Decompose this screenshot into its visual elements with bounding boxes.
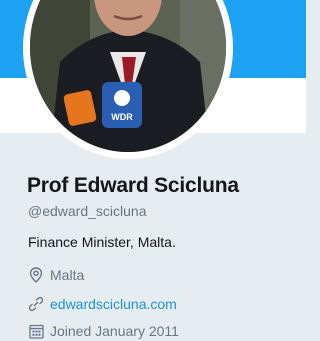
website-link[interactable]: edwardscicluna.com: [50, 296, 177, 312]
profile-website[interactable]: edwardscicluna.com: [28, 294, 177, 314]
joined-text: Joined January 2011: [50, 323, 179, 339]
location-text: Malta: [50, 267, 85, 283]
profile-bio: Finance Minister, Malta.: [28, 234, 176, 250]
profile-handle[interactable]: @edward_scicluna: [28, 203, 147, 219]
map-pin-icon: [28, 266, 44, 284]
calendar-icon: [28, 322, 44, 340]
profile-location: Malta: [28, 265, 84, 285]
link-icon: [28, 295, 44, 313]
profile-joined: Joined January 2011: [28, 321, 179, 341]
profile-name[interactable]: Prof Edward Scicluna: [27, 174, 239, 198]
microphone-label: WDR: [111, 112, 133, 122]
